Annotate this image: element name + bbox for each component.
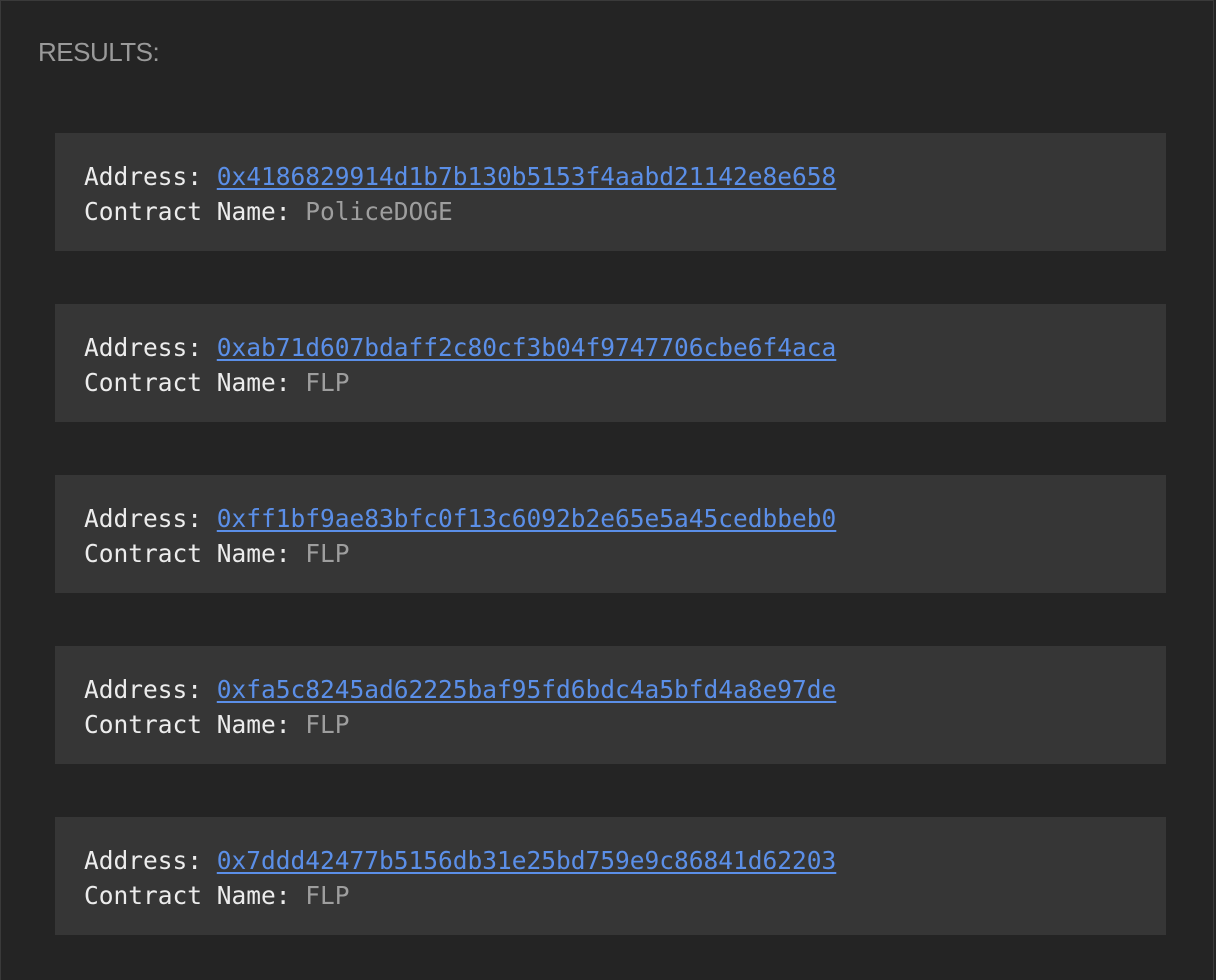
- contract-name-line: Contract Name: PoliceDOGE: [84, 194, 1166, 229]
- result-card: Address: 0xff1bf9ae83bfc0f13c6092b2e65e5…: [55, 475, 1166, 593]
- contract-name-line: Contract Name: FLP: [84, 707, 1166, 742]
- address-link[interactable]: 0xff1bf9ae83bfc0f13c6092b2e65e5a45cedbbe…: [217, 504, 837, 533]
- address-link[interactable]: 0x4186829914d1b7b130b5153f4aabd21142e8e6…: [217, 162, 837, 191]
- address-label: Address:: [84, 846, 217, 875]
- address-label: Address:: [84, 675, 217, 704]
- address-label: Address:: [84, 162, 217, 191]
- address-line: Address: 0x7ddd42477b5156db31e25bd759e9c…: [84, 843, 1166, 878]
- contract-name-value: FLP: [305, 539, 350, 568]
- result-card: Address: 0x4186829914d1b7b130b5153f4aabd…: [55, 133, 1166, 251]
- address-line: Address: 0x4186829914d1b7b130b5153f4aabd…: [84, 159, 1166, 194]
- contract-name-label: Contract Name:: [84, 710, 306, 739]
- contract-name-line: Contract Name: FLP: [84, 536, 1166, 571]
- results-panel: RESULTS: Address: 0x4186829914d1b7b130b5…: [0, 0, 1214, 980]
- address-link[interactable]: 0xab71d607bdaff2c80cf3b04f9747706cbe6f4a…: [217, 333, 837, 362]
- results-list: Address: 0x4186829914d1b7b130b5153f4aabd…: [55, 133, 1166, 935]
- contract-name-line: Contract Name: FLP: [84, 365, 1166, 400]
- contract-name-label: Contract Name:: [84, 539, 306, 568]
- result-card: Address: 0x7ddd42477b5156db31e25bd759e9c…: [55, 817, 1166, 935]
- result-card: Address: 0xab71d607bdaff2c80cf3b04f97477…: [55, 304, 1166, 422]
- contract-name-label: Contract Name:: [84, 197, 306, 226]
- address-link[interactable]: 0xfa5c8245ad62225baf95fd6bdc4a5bfd4a8e97…: [217, 675, 837, 704]
- contract-name-value: FLP: [305, 368, 350, 397]
- address-line: Address: 0xff1bf9ae83bfc0f13c6092b2e65e5…: [84, 501, 1166, 536]
- contract-name-value: PoliceDOGE: [305, 197, 453, 226]
- contract-name-line: Contract Name: FLP: [84, 878, 1166, 913]
- results-heading: RESULTS:: [38, 37, 160, 67]
- address-link[interactable]: 0x7ddd42477b5156db31e25bd759e9c86841d622…: [217, 846, 837, 875]
- result-card: Address: 0xfa5c8245ad62225baf95fd6bdc4a5…: [55, 646, 1166, 764]
- address-line: Address: 0xfa5c8245ad62225baf95fd6bdc4a5…: [84, 672, 1166, 707]
- address-label: Address:: [84, 333, 217, 362]
- contract-name-value: FLP: [305, 710, 350, 739]
- contract-name-label: Contract Name:: [84, 881, 306, 910]
- contract-name-label: Contract Name:: [84, 368, 306, 397]
- contract-name-value: FLP: [305, 881, 350, 910]
- address-line: Address: 0xab71d607bdaff2c80cf3b04f97477…: [84, 330, 1166, 365]
- address-label: Address:: [84, 504, 217, 533]
